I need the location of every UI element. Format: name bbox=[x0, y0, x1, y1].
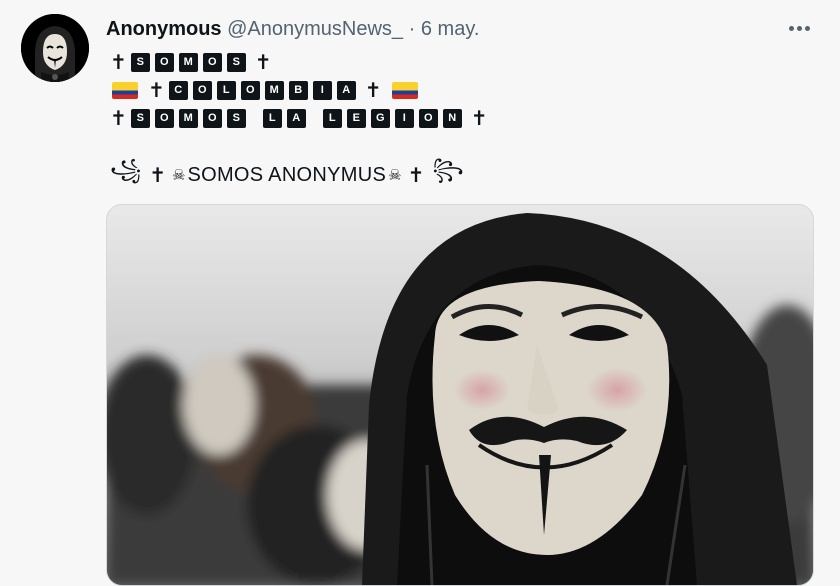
letter-box: S bbox=[226, 108, 246, 128]
letter-box: O bbox=[202, 108, 222, 128]
letter-box: S bbox=[130, 108, 150, 128]
tweet-header: Anonymous @AnonymusNews_ · 6 may. bbox=[106, 15, 479, 43]
anonymous-avatar-icon bbox=[21, 14, 89, 82]
colombia-flag-icon bbox=[112, 81, 138, 99]
author-handle[interactable]: @AnonymusNews_ bbox=[227, 18, 403, 40]
letter-box: L bbox=[322, 108, 342, 128]
tweet-media-image[interactable] bbox=[106, 204, 814, 586]
letter-box: A bbox=[286, 108, 306, 128]
letter-box: O bbox=[192, 80, 212, 100]
ellipsis-dot bbox=[797, 26, 802, 31]
letter-box: L bbox=[262, 108, 282, 128]
cross-glyph: ✝ bbox=[110, 51, 127, 74]
ellipsis-dot bbox=[805, 26, 810, 31]
letter-box: O bbox=[202, 52, 222, 72]
cross-glyph: ✝ bbox=[149, 164, 167, 187]
ellipsis-icon bbox=[789, 26, 794, 31]
tweet-line-1: ✝ S O M O S ✝ bbox=[106, 49, 276, 75]
letter-box: S bbox=[226, 52, 246, 72]
cross-glyph: ✝ bbox=[254, 51, 272, 74]
guy-fawkes-photo bbox=[107, 205, 813, 585]
tweet-line-3: ✝ S O M O S L A L E G I O N ✝ bbox=[106, 105, 492, 131]
cross-glyph: ✝ bbox=[470, 107, 488, 130]
letter-box: N bbox=[442, 108, 462, 128]
somos-anonymus-text: SOMOS ANONYMUS bbox=[187, 163, 387, 186]
more-options-button[interactable] bbox=[788, 16, 814, 40]
swirl-left-glyph: ꧁ bbox=[110, 159, 142, 181]
tweet-line-4: ꧁ ✝ ☠ SOMOS ANONYMUS ☠ ✝ ꧂ bbox=[106, 159, 468, 190]
letter-box: S bbox=[130, 52, 150, 72]
letter-box: I bbox=[312, 80, 332, 100]
letter-box: I bbox=[394, 108, 414, 128]
skull-icon: ☠ bbox=[172, 167, 186, 184]
letter-box: L bbox=[216, 80, 236, 100]
letter-box: M bbox=[264, 80, 284, 100]
swirl-right-glyph: ꧂ bbox=[432, 159, 464, 181]
avatar[interactable] bbox=[21, 14, 89, 82]
skull-icon: ☠ bbox=[388, 167, 402, 184]
letter-box: M bbox=[178, 52, 198, 72]
letter-box: O bbox=[154, 52, 174, 72]
tweet-date[interactable]: 6 may. bbox=[421, 18, 480, 40]
separator-dot: · bbox=[408, 18, 416, 40]
cross-glyph: ✝ bbox=[110, 107, 127, 130]
cross-glyph: ✝ bbox=[407, 164, 425, 187]
cross-glyph: ✝ bbox=[148, 79, 165, 102]
colombia-flag-icon bbox=[391, 81, 418, 99]
cross-glyph: ✝ bbox=[364, 79, 382, 102]
tweet-line-2: ✝ C O L O M B I A ✝ bbox=[106, 77, 424, 103]
letter-box: C bbox=[168, 80, 188, 100]
letter-box: O bbox=[418, 108, 438, 128]
letter-box: G bbox=[370, 108, 390, 128]
letter-box: M bbox=[178, 108, 198, 128]
letter-box: B bbox=[288, 80, 308, 100]
letter-box: O bbox=[154, 108, 174, 128]
letter-box: O bbox=[240, 80, 260, 100]
top-strip bbox=[0, 0, 840, 6]
letter-box: E bbox=[346, 108, 366, 128]
letter-box: A bbox=[336, 80, 356, 100]
author-name[interactable]: Anonymous bbox=[106, 18, 222, 40]
